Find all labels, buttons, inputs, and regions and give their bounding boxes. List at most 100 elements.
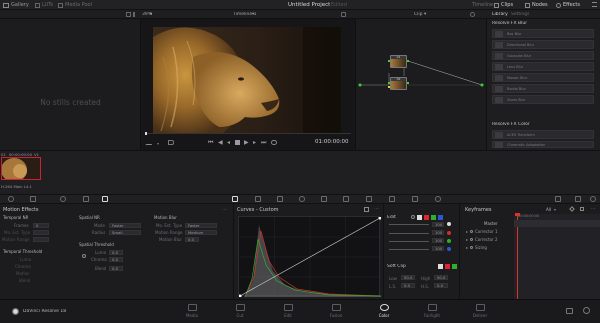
- add-keyframe-icon[interactable]: [569, 206, 575, 212]
- intensity-slider-green[interactable]: [389, 241, 429, 242]
- intensity-y-input[interactable]: 100: [432, 222, 444, 227]
- settings-tab[interactable]: Settings: [511, 12, 529, 17]
- keyframe-row[interactable]: ▸ Sizing: [466, 245, 487, 250]
- page-fusion[interactable]: Fusion: [312, 304, 360, 319]
- key-icon[interactable]: [389, 196, 395, 202]
- video-frame[interactable]: [153, 27, 341, 133]
- volume-icon[interactable]: [168, 140, 174, 145]
- library-item[interactable]: Radial Blur: [492, 84, 594, 93]
- channel-blue-button[interactable]: [438, 215, 443, 220]
- sizing-icon[interactable]: [412, 196, 418, 202]
- channel-y-button[interactable]: [417, 215, 422, 220]
- curves-icon[interactable]: [232, 196, 238, 202]
- qualifier-icon[interactable]: [277, 196, 283, 202]
- master-track[interactable]: [514, 220, 600, 227]
- link-icon[interactable]: [82, 254, 86, 258]
- scrubber-track[interactable]: [145, 133, 351, 134]
- tracker-icon[interactable]: [321, 196, 327, 202]
- pen-tool-icon[interactable]: [145, 140, 155, 145]
- node-02[interactable]: 02: [390, 77, 407, 90]
- node-options-icon[interactable]: [470, 12, 475, 17]
- project-settings-icon[interactable]: [583, 307, 590, 314]
- step-back-icon[interactable]: ◀: [218, 139, 223, 146]
- soft-clip-green-button[interactable]: [452, 264, 457, 269]
- page-fairlight[interactable]: Fairlight: [408, 304, 456, 319]
- page-media[interactable]: Media: [168, 304, 216, 319]
- list-view-icon[interactable]: [133, 12, 138, 17]
- intensity-red-input[interactable]: 100: [432, 230, 444, 235]
- scopes-icon[interactable]: [575, 196, 581, 202]
- link-channels-icon[interactable]: [411, 215, 415, 219]
- keyframes-menu-icon[interactable]: ···: [591, 206, 596, 212]
- 3d-icon[interactable]: [435, 196, 441, 202]
- window-icon[interactable]: [299, 196, 305, 202]
- home-icon[interactable]: [566, 308, 573, 314]
- keyframe-row[interactable]: ▸ Corrector 1: [466, 229, 498, 234]
- high-input[interactable]: 50.0: [434, 275, 448, 280]
- stop-icon[interactable]: [235, 140, 240, 145]
- radius-dropdown[interactable]: Small: [109, 230, 141, 235]
- keyframes-filter-chevron-icon[interactable]: ▾: [554, 207, 556, 212]
- info-icon[interactable]: [590, 196, 596, 202]
- play-reverse-icon[interactable]: ◂: [227, 139, 230, 146]
- clips-tab[interactable]: Clips: [494, 2, 513, 8]
- keyframes-icon[interactable]: [555, 196, 561, 202]
- go-to-end-icon[interactable]: ⏭: [261, 139, 266, 147]
- expand-chevron-icon[interactable]: ▸: [466, 229, 468, 234]
- library-item[interactable]: Mosaic Blur: [492, 73, 594, 82]
- tool-chevron-icon[interactable]: ▾: [157, 141, 159, 146]
- scrubber-playhead[interactable]: [145, 132, 147, 135]
- motion-effects-icon[interactable]: [102, 196, 108, 202]
- rgb-mixer-icon[interactable]: [83, 196, 89, 202]
- spatial-luma-input[interactable]: 0.0: [109, 250, 123, 255]
- keyframes-filter[interactable]: All: [546, 207, 551, 212]
- viewer-options-icon[interactable]: [341, 12, 346, 17]
- library-item[interactable]: Zoom Blur: [492, 95, 594, 104]
- page-cut[interactable]: Cut: [216, 304, 264, 319]
- loop-icon[interactable]: [271, 140, 277, 145]
- expand-chevron-icon[interactable]: ▸: [466, 237, 468, 242]
- page-color[interactable]: Color: [360, 304, 408, 319]
- color-wheels-icon[interactable]: [60, 196, 66, 202]
- library-item[interactable]: Gaussian Blur: [492, 51, 594, 60]
- library-tab[interactable]: Library: [492, 12, 508, 17]
- blur-icon[interactable]: [366, 196, 372, 202]
- low-input[interactable]: 50.0: [401, 275, 415, 280]
- intensity-red-dot[interactable]: [447, 231, 451, 235]
- panel-menu-icon[interactable]: ···: [222, 207, 227, 213]
- intensity-blue-input[interactable]: 100: [432, 246, 444, 251]
- play-icon[interactable]: ▶: [244, 139, 249, 146]
- nodes-tab[interactable]: Nodes: [525, 2, 548, 8]
- keyframe-row[interactable]: ▸ Corrector 2: [466, 237, 498, 242]
- mb-range-dropdown[interactable]: Medium: [185, 230, 217, 235]
- page-edit[interactable]: Edit: [264, 304, 312, 319]
- grid-view-icon[interactable]: [126, 12, 131, 17]
- mb-mo-est-dropdown[interactable]: Faster: [185, 223, 217, 228]
- intensity-slider-y[interactable]: [389, 224, 429, 225]
- frames-dropdown[interactable]: 0: [33, 223, 49, 228]
- intensity-green-input[interactable]: 100: [432, 238, 444, 243]
- ls-input[interactable]: 0.0: [401, 283, 415, 288]
- luts-tab[interactable]: LUTs: [35, 2, 53, 8]
- intensity-slider-red[interactable]: [389, 233, 429, 234]
- go-to-start-icon[interactable]: ⏮: [208, 139, 213, 147]
- library-item[interactable]: Lens Blur: [492, 62, 594, 71]
- library-item[interactable]: Chromatic Adaptation: [492, 141, 594, 148]
- motion-range-dropdown[interactable]: [33, 237, 49, 242]
- hs-input[interactable]: 0.0: [434, 283, 448, 288]
- mo-est-type-dropdown[interactable]: [33, 230, 49, 235]
- mode-dropdown[interactable]: Faster: [109, 223, 141, 228]
- playhead-handle[interactable]: [515, 213, 520, 216]
- more-options-icon[interactable]: [592, 2, 597, 7]
- gallery-tab[interactable]: Gallery: [3, 2, 29, 8]
- clip-thumbnail[interactable]: [1, 157, 41, 180]
- camera-raw-icon[interactable]: [8, 196, 14, 202]
- page-deliver[interactable]: Deliver: [456, 304, 504, 319]
- effects-tab[interactable]: Effects: [556, 2, 580, 8]
- step-forward-icon[interactable]: ▸: [253, 139, 256, 146]
- clip-mode-chevron-icon[interactable]: ▾: [424, 12, 426, 17]
- expand-chevron-icon[interactable]: ▸: [466, 245, 468, 250]
- curves-mode-icon[interactable]: [364, 207, 369, 212]
- timeline-tab[interactable]: Timeline: [472, 2, 493, 8]
- color-match-icon[interactable]: [30, 196, 36, 202]
